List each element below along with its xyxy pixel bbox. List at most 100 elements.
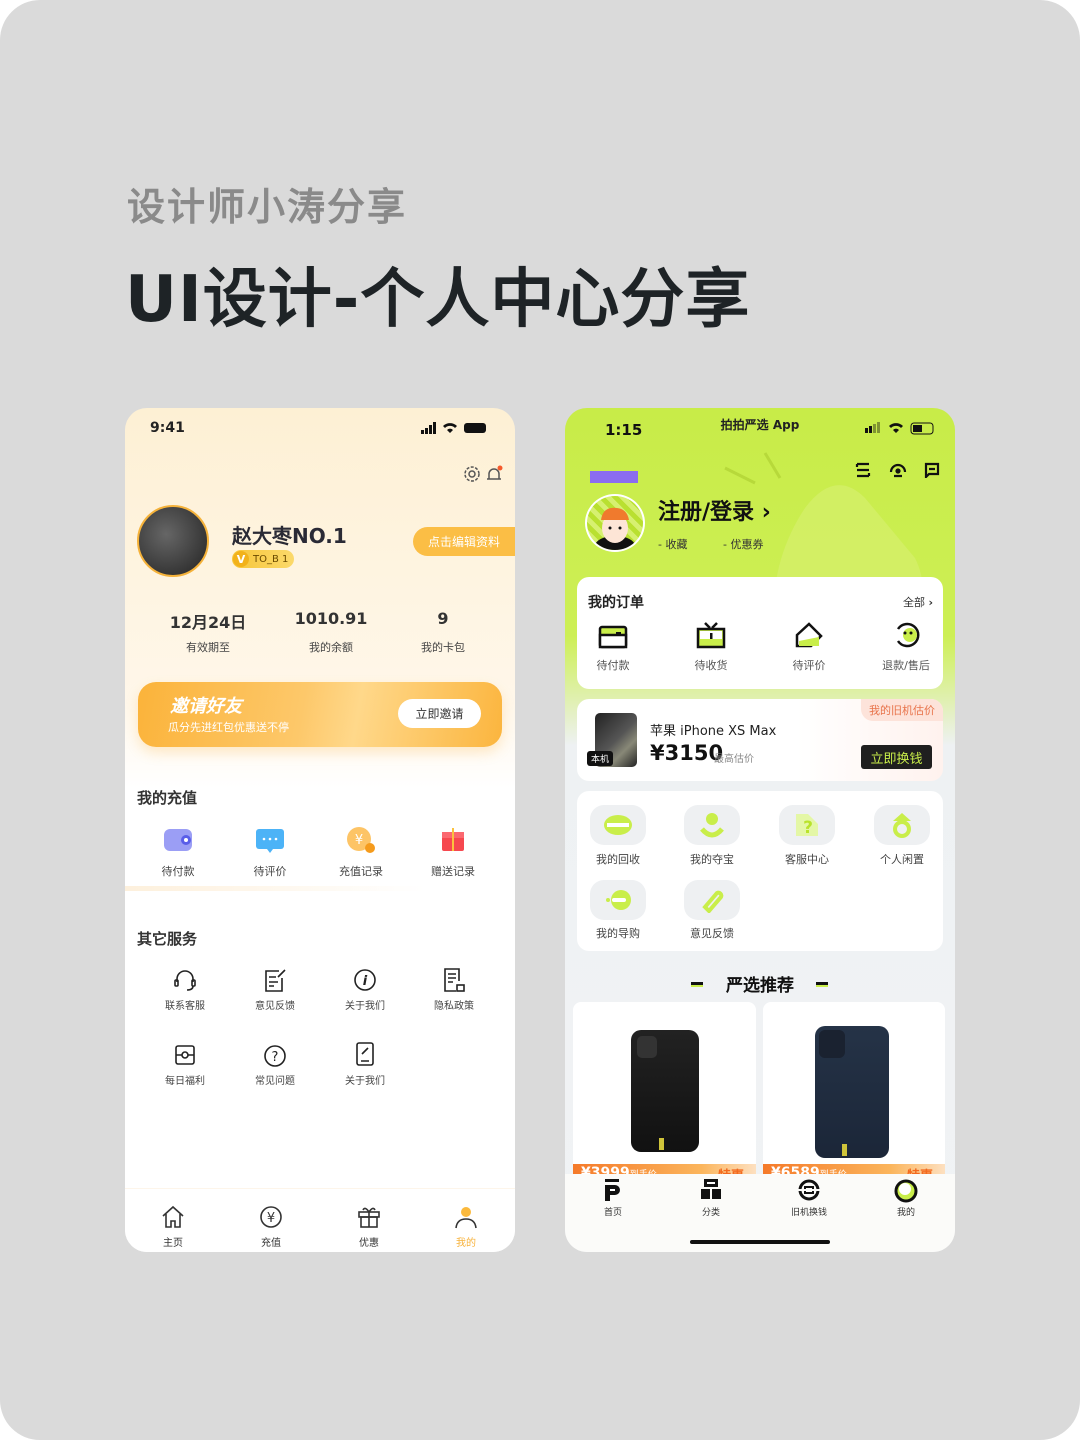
- right-phone-screen: 1:15 拍拍严选 App 注册/登录 › - 收藏 - 优惠券 我的订单 全部…: [565, 408, 955, 1252]
- guide-icon[interactable]: [590, 880, 646, 920]
- stat-value[interactable]: 1010.91: [295, 609, 368, 628]
- me-icon[interactable]: [894, 1179, 918, 1203]
- username: 赵大枣NO.1: [232, 524, 347, 548]
- order-status-label[interactable]: 待评价: [793, 657, 826, 673]
- service-label[interactable]: 常见问题: [255, 1072, 295, 1087]
- service-label[interactable]: 每日福利: [165, 1072, 205, 1087]
- message-icon[interactable]: [924, 462, 940, 478]
- help-icon[interactable]: ?: [779, 805, 835, 845]
- service-label[interactable]: 我的导购: [596, 925, 640, 941]
- info-icon: i: [353, 968, 377, 992]
- services-card: ? 我的回收 我的夺宝 客服中心 个人闲置 我的导购 意见反馈: [577, 791, 943, 951]
- product-card[interactable]: ¥6589到手价 特惠: [763, 1002, 945, 1182]
- tab-home[interactable]: 主页: [163, 1234, 183, 1249]
- invite-now-button[interactable]: 立即邀请: [398, 699, 481, 728]
- svg-text:i: i: [363, 974, 368, 989]
- dash-decoration: [691, 982, 703, 987]
- orders-title: 我的订单: [588, 595, 644, 611]
- service-label[interactable]: 关于我们: [345, 997, 385, 1012]
- orders-all-link[interactable]: 全部 ›: [903, 594, 933, 610]
- status-icons: [865, 422, 937, 436]
- chat-icon: [255, 828, 285, 854]
- yuan-coin-icon: ¥: [346, 826, 376, 854]
- tag-icon: [794, 621, 824, 649]
- product-card[interactable]: ¥3999到手价 特惠: [573, 1002, 756, 1182]
- idle-icon[interactable]: [874, 805, 930, 845]
- service-label[interactable]: 意见反馈: [690, 925, 734, 941]
- avatar[interactable]: [137, 505, 209, 577]
- service-label[interactable]: 我的回收: [596, 851, 640, 867]
- poster-background: 设计师小涛分享 UI设计-个人中心分享 9:41 赵大枣NO.1 V TO_B …: [0, 0, 1080, 1440]
- stat-value: 12月24日: [169, 613, 247, 632]
- tab-trade-in[interactable]: 旧机换钱: [791, 1205, 827, 1218]
- home-p-icon[interactable]: [603, 1179, 623, 1201]
- recommend-title: 严选推荐: [726, 976, 794, 996]
- pen-icon[interactable]: [684, 880, 740, 920]
- recharge-item-label[interactable]: 充值记录: [339, 863, 383, 879]
- dash-decoration: [816, 982, 828, 987]
- device-price: ¥3150: [650, 741, 724, 765]
- poster-subtitle: 设计师小涛分享: [127, 185, 408, 229]
- feedback-icon: [263, 968, 287, 992]
- service-label[interactable]: 关于我们: [345, 1072, 385, 1087]
- treasure-icon[interactable]: [684, 805, 740, 845]
- svg-text:?: ?: [272, 1050, 279, 1065]
- tab-mine[interactable]: 我的: [897, 1205, 915, 1218]
- stat-value[interactable]: 9: [437, 609, 448, 628]
- user-icon[interactable]: [454, 1205, 478, 1229]
- question-icon: ?: [263, 1044, 287, 1068]
- recharge-item-label[interactable]: 待付款: [162, 863, 195, 879]
- tab-category[interactable]: 分类: [702, 1205, 720, 1218]
- service-label[interactable]: 客服中心: [785, 851, 829, 867]
- product-image: [631, 1030, 699, 1152]
- status-icons: [421, 422, 491, 434]
- left-phone-screen: 9:41 赵大枣NO.1 V TO_B 1 点击编辑资料 12月24日 有效期至…: [125, 408, 515, 1252]
- trade-in-tag: 我的旧机估价: [861, 699, 943, 721]
- svg-text:?: ?: [803, 818, 813, 838]
- wallet-icon: [163, 828, 193, 852]
- login-link[interactable]: 注册/登录 ›: [658, 494, 771, 526]
- tab-bar: 首页 分类 旧机换钱 我的: [565, 1174, 955, 1252]
- vip-icon: V: [233, 551, 249, 567]
- trade-icon[interactable]: [798, 1179, 820, 1201]
- avatar[interactable]: [585, 494, 645, 552]
- stat-label: 有效期至: [186, 641, 230, 654]
- invite-banner[interactable]: 邀请好友 瓜分先进红包优惠送不停 立即邀请: [138, 682, 502, 747]
- service-label[interactable]: 个人闲置: [880, 851, 924, 867]
- recharge-icon[interactable]: ¥: [259, 1205, 283, 1229]
- tab-recharge[interactable]: 充值: [261, 1234, 281, 1249]
- stat-label: 我的卡包: [421, 641, 465, 654]
- tab-home[interactable]: 首页: [604, 1205, 622, 1218]
- member-ribbon: [590, 471, 638, 483]
- recharge-item-label[interactable]: 待评价: [254, 863, 287, 879]
- bell-icon[interactable]: [485, 465, 503, 483]
- home-indicator[interactable]: [690, 1240, 830, 1244]
- recycle-icon[interactable]: [590, 805, 646, 845]
- service-label[interactable]: 我的夺宝: [690, 851, 734, 867]
- tab-offers[interactable]: 优惠: [359, 1234, 379, 1249]
- gift-icon[interactable]: [357, 1205, 381, 1229]
- tab-bar: ¥ 主页 充值 优惠 我的: [125, 1188, 515, 1252]
- category-icon[interactable]: [701, 1179, 721, 1201]
- home-icon[interactable]: [161, 1205, 185, 1229]
- service-label[interactable]: 意见反馈: [255, 997, 295, 1012]
- favorites-link[interactable]: - 收藏: [658, 536, 687, 552]
- tab-mine[interactable]: 我的: [456, 1234, 476, 1249]
- app-title: 拍拍严选 App: [720, 418, 800, 432]
- badge-label: TO_B 1: [253, 553, 289, 565]
- service-headset-icon[interactable]: [889, 462, 907, 478]
- trade-in-card: 我的旧机估价 本机 苹果 iPhone XS Max ¥3150 最高估价 立即…: [577, 699, 943, 781]
- recharge-item-label[interactable]: 赠送记录: [431, 863, 475, 879]
- scan-icon[interactable]: [855, 462, 871, 478]
- settings-icon[interactable]: [463, 465, 481, 483]
- status-time: 9:41: [150, 420, 185, 436]
- order-status-label[interactable]: 待收货: [695, 657, 728, 673]
- edit-profile-button[interactable]: 点击编辑资料: [413, 527, 515, 556]
- order-status-label[interactable]: 退款/售后: [882, 657, 930, 673]
- trade-in-button[interactable]: 立即换钱: [861, 745, 932, 769]
- service-label[interactable]: 隐私政策: [434, 997, 474, 1012]
- coupons-link[interactable]: - 优惠券: [723, 536, 763, 552]
- service-label[interactable]: 联系客服: [165, 997, 205, 1012]
- order-status-label[interactable]: 待付款: [597, 657, 630, 673]
- headset-icon: [173, 968, 197, 992]
